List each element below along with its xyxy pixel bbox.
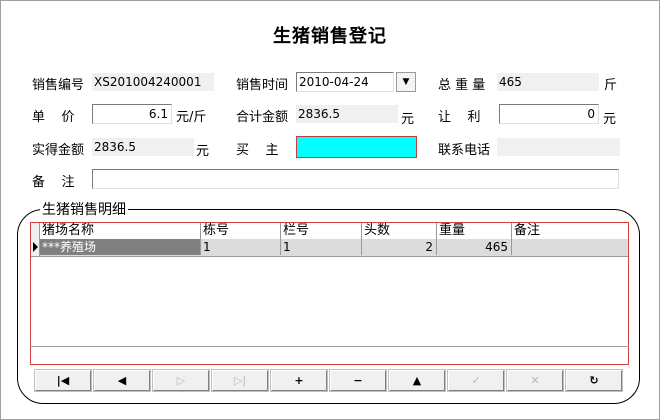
cell-heads[interactable]: 2	[362, 239, 437, 255]
phone-label: 联系电话	[438, 143, 491, 158]
cancel-edit-button[interactable]: ✕	[506, 369, 564, 392]
discount-unit: 元	[603, 112, 617, 127]
next-record-button[interactable]: ▷	[152, 369, 210, 392]
total-amount-field: 2836.5	[296, 105, 398, 123]
insert-record-icon: +	[294, 374, 304, 387]
total-amount-unit: 元	[401, 112, 415, 127]
post-record-button[interactable]: ✓	[447, 369, 505, 392]
unit-price-unit: 元/斤	[176, 110, 207, 125]
column-header-building[interactable]: 栋号	[201, 223, 281, 239]
discount-label: 让 利	[438, 110, 481, 125]
insert-record-button[interactable]: +	[270, 369, 328, 392]
column-header-heads[interactable]: 头数	[362, 223, 437, 239]
cell-building[interactable]: 1	[201, 239, 281, 255]
first-record-icon: |◀	[56, 374, 70, 387]
sale-no-label: 销售编号	[32, 78, 85, 93]
total-weight-field: 465	[497, 73, 599, 91]
header-indicator	[31, 223, 40, 239]
sale-no-field: XS201004240001	[92, 73, 214, 91]
received-amount-unit: 元	[196, 144, 210, 159]
grid-bottom-divider	[30, 346, 629, 347]
total-weight-unit: 斤	[604, 78, 618, 93]
total-weight-label: 总 重 量	[438, 78, 486, 93]
discount-input[interactable]: 0	[499, 104, 599, 124]
edit-record-button[interactable]: ▲	[388, 369, 446, 392]
unit-price-input[interactable]: 6.1	[92, 104, 172, 124]
cell-remark[interactable]	[512, 239, 628, 255]
grid-header: 猪场名称 栋号 栏号 头数 重量 备注	[31, 223, 628, 240]
last-record-button[interactable]: ▷|	[211, 369, 269, 392]
unit-price-label: 单 价	[32, 110, 75, 125]
refresh-icon: ↻	[589, 374, 599, 387]
chevron-down-icon: ▼	[402, 77, 410, 87]
sale-time-dropdown-button[interactable]: ▼	[396, 72, 416, 92]
cell-farm[interactable]: ***养殖场	[40, 239, 201, 255]
cell-weight[interactable]: 465	[437, 239, 512, 255]
phone-field	[497, 138, 620, 156]
table-row[interactable]: ***养殖场 1 1 2 465	[31, 239, 628, 257]
total-amount-label: 合计金额	[236, 110, 289, 125]
remark-label: 备 注	[32, 175, 75, 190]
row-indicator	[31, 239, 40, 256]
delete-record-icon: −	[353, 374, 363, 387]
cancel-edit-icon: ✕	[530, 374, 540, 387]
sale-time-label: 销售时间	[236, 78, 289, 93]
cell-pen[interactable]: 1	[281, 239, 362, 255]
page-title: 生猪销售登记	[273, 26, 387, 47]
edit-record-icon: ▲	[412, 374, 422, 387]
post-record-icon: ✓	[471, 374, 481, 387]
column-header-pen[interactable]: 栏号	[281, 223, 362, 239]
received-amount-field: 2836.5	[92, 138, 194, 156]
received-amount-label: 实得金额	[32, 143, 85, 158]
current-row-arrow-icon	[33, 242, 38, 252]
prior-record-button[interactable]: ◀	[93, 369, 151, 392]
sale-time-input[interactable]: 2010-04-24	[296, 72, 394, 92]
next-record-icon: ▷	[176, 374, 186, 387]
buyer-input[interactable]	[296, 136, 417, 158]
column-header-farm[interactable]: 猪场名称	[40, 223, 201, 239]
refresh-button[interactable]: ↻	[565, 369, 623, 392]
last-record-icon: ▷|	[233, 374, 247, 387]
delete-record-button[interactable]: −	[329, 369, 387, 392]
detail-group-title: 生猪销售明细	[40, 199, 128, 219]
detail-grid[interactable]: 猪场名称 栋号 栏号 头数 重量 备注 ***养殖场 1 1 2 465	[30, 222, 629, 365]
first-record-button[interactable]: |◀	[34, 369, 92, 392]
prior-record-icon: ◀	[117, 374, 127, 387]
remark-input[interactable]	[92, 169, 619, 189]
column-header-remark[interactable]: 备注	[512, 223, 628, 239]
buyer-label: 买 主	[236, 143, 279, 158]
column-header-weight[interactable]: 重量	[437, 223, 512, 239]
